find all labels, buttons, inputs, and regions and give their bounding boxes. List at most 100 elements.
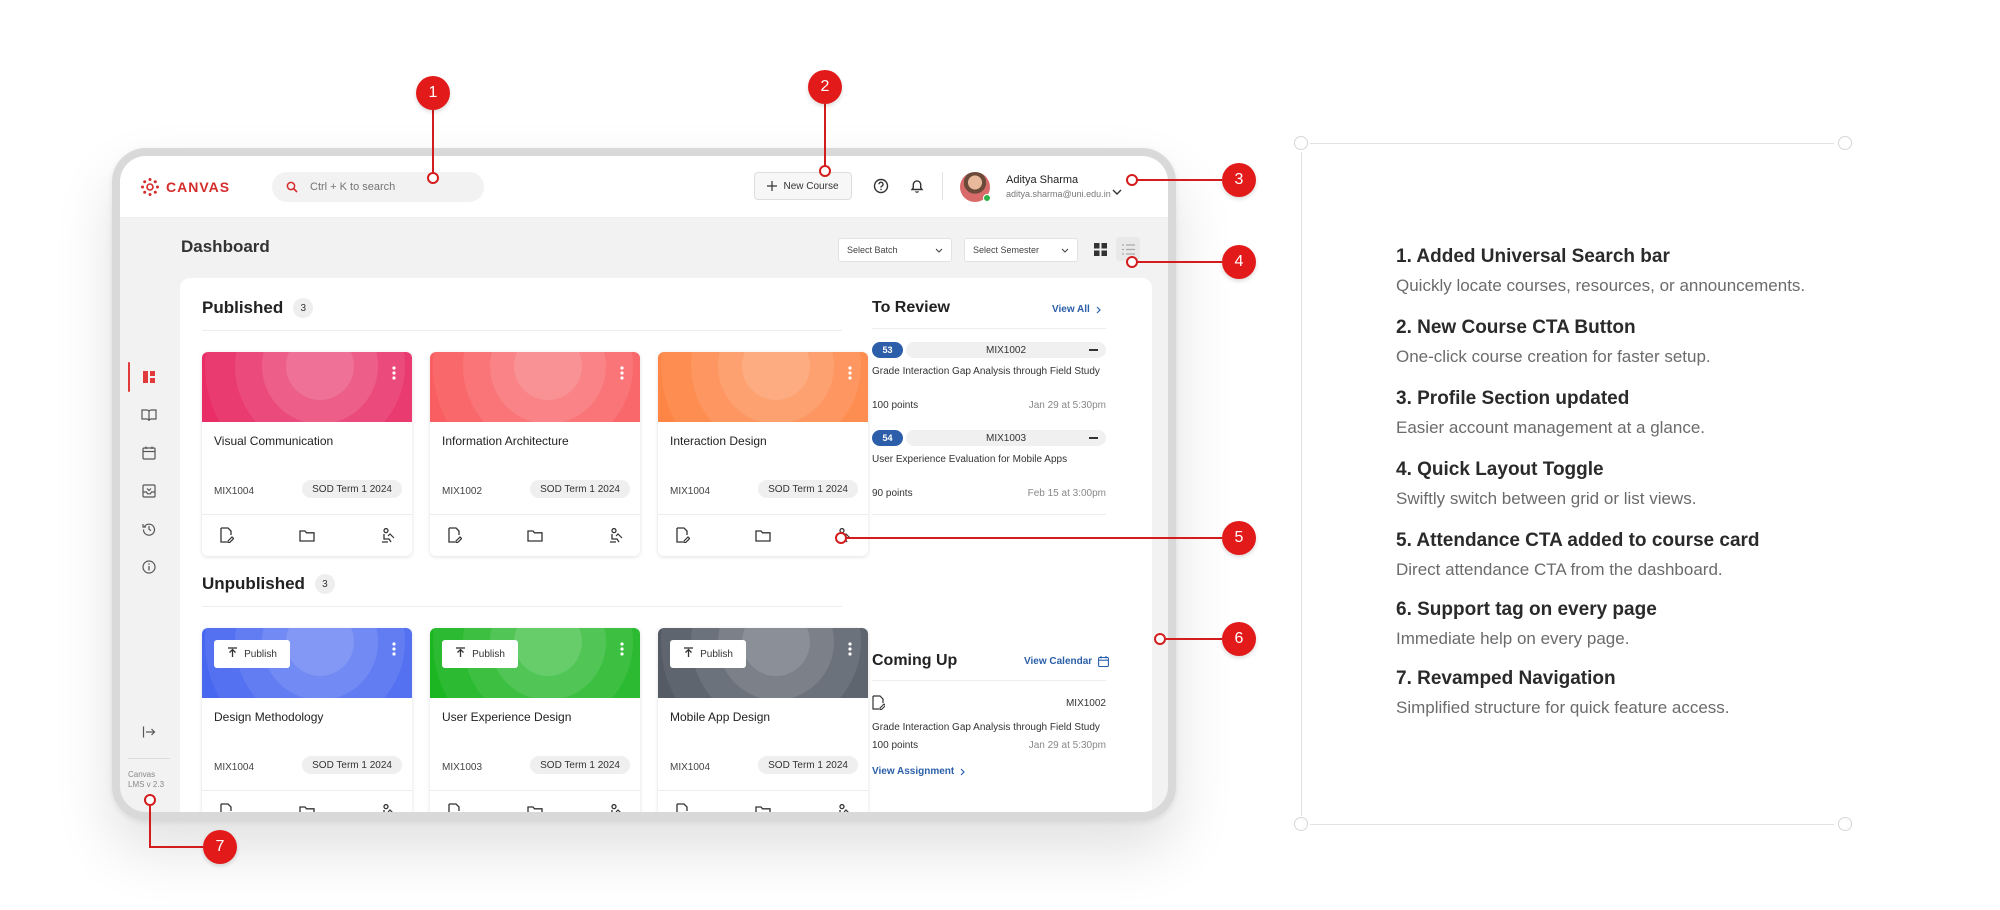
attendance-icon[interactable] bbox=[606, 802, 624, 812]
semester-select[interactable]: Select Semester bbox=[964, 238, 1078, 262]
search-input[interactable] bbox=[310, 181, 460, 193]
course-card-actions bbox=[202, 514, 412, 556]
plus-icon bbox=[767, 181, 778, 191]
course-code: MIX1002 bbox=[442, 486, 483, 497]
course-card[interactable]: Publish Design Methodology MIX1004 SOD Term… bbox=[202, 628, 412, 812]
section-divider bbox=[202, 330, 842, 331]
feature-item: 4. Quick Layout Toggle Swiftly switch bet… bbox=[1396, 459, 1876, 509]
publish-label: Publish bbox=[244, 648, 277, 660]
folder-icon[interactable] bbox=[298, 526, 316, 544]
course-title[interactable]: User Experience Design bbox=[442, 710, 571, 724]
sidebar-item-history[interactable] bbox=[140, 520, 158, 538]
course-card[interactable]: Information Architecture MIX1002 SOD Term … bbox=[430, 352, 640, 556]
attendance-icon[interactable] bbox=[378, 802, 396, 812]
course-title[interactable]: Design Methodology bbox=[214, 710, 323, 724]
assignments-icon[interactable] bbox=[218, 802, 236, 812]
course-card[interactable]: Visual Communication MIX1004 SOD Term 1 20… bbox=[202, 352, 412, 556]
panel-border-left bbox=[1301, 152, 1302, 816]
publish-button[interactable]: Publish bbox=[442, 640, 518, 668]
annotation-anchor bbox=[427, 172, 439, 184]
sidebar-item-inbox[interactable] bbox=[140, 482, 158, 500]
top-bar: CANVAS New Course Aditya bbox=[120, 156, 1168, 218]
assignments-icon[interactable] bbox=[446, 526, 464, 544]
more-options-icon[interactable] bbox=[848, 366, 852, 380]
course-card-banner: Publish bbox=[202, 628, 412, 698]
coming-up-date: Jan 29 at 5:30pm bbox=[1028, 740, 1106, 751]
grid-view-toggle[interactable] bbox=[1090, 239, 1110, 259]
course-title[interactable]: Information Architecture bbox=[442, 434, 569, 448]
more-options-icon[interactable] bbox=[848, 642, 852, 656]
course-title[interactable]: Interaction Design bbox=[670, 434, 767, 448]
annotation-marker-3: 3 bbox=[1222, 163, 1256, 197]
canvas-logo[interactable]: CANVAS bbox=[140, 177, 230, 197]
assignments-icon[interactable] bbox=[674, 526, 692, 544]
sidebar-item-info[interactable] bbox=[140, 558, 158, 576]
folder-icon[interactable] bbox=[526, 526, 544, 544]
to-review-title: To Review bbox=[872, 299, 950, 316]
course-card-actions bbox=[658, 790, 868, 812]
course-card[interactable]: Publish Mobile App Design MIX1004 SOD Term … bbox=[658, 628, 868, 812]
publish-button[interactable]: Publish bbox=[670, 640, 746, 668]
unpublished-count: 3 bbox=[314, 574, 335, 594]
publish-button[interactable]: Publish bbox=[214, 640, 290, 668]
publish-label: Publish bbox=[700, 648, 733, 660]
feature-description: Swiftly switch between grid or list view… bbox=[1396, 489, 1697, 508]
sidebar-item-calendar[interactable] bbox=[140, 444, 158, 462]
online-status-dot bbox=[983, 194, 991, 202]
course-title[interactable]: Mobile App Design bbox=[670, 710, 770, 724]
course-card[interactable]: Interaction Design MIX1004 SOD Term 1 2024 bbox=[658, 352, 868, 556]
attendance-icon[interactable] bbox=[834, 802, 852, 812]
course-card-banner: Publish bbox=[430, 628, 640, 698]
attendance-icon[interactable] bbox=[378, 526, 396, 544]
view-assignment-link[interactable]: View Assignment bbox=[872, 766, 966, 777]
sidebar-item-courses[interactable] bbox=[140, 406, 158, 424]
avatar[interactable] bbox=[960, 172, 991, 202]
view-all-label: View All bbox=[1052, 304, 1090, 315]
folder-icon[interactable] bbox=[754, 526, 772, 544]
assignments-icon[interactable] bbox=[674, 802, 692, 812]
course-card[interactable]: Publish User Experience Design MIX1003 SOD … bbox=[430, 628, 640, 812]
bell-icon[interactable] bbox=[908, 177, 926, 195]
new-course-button[interactable]: New Course bbox=[754, 172, 852, 200]
grid-icon bbox=[1093, 242, 1107, 256]
more-options-icon[interactable] bbox=[620, 642, 624, 656]
sidebar-item-dashboard[interactable] bbox=[140, 368, 158, 386]
review-item-header[interactable]: 53 MIX1002 bbox=[872, 342, 1106, 358]
attendance-icon[interactable] bbox=[606, 526, 624, 544]
coming-up-item-title[interactable]: Grade Interaction Gap Analysis through F… bbox=[872, 722, 1106, 733]
more-options-icon[interactable] bbox=[392, 642, 396, 656]
course-title[interactable]: Visual Communication bbox=[214, 434, 333, 448]
batch-select[interactable]: Select Batch bbox=[838, 238, 952, 262]
folder-icon[interactable] bbox=[754, 802, 772, 812]
universal-search[interactable] bbox=[272, 172, 484, 202]
assignments-icon[interactable] bbox=[446, 802, 464, 812]
review-item-title[interactable]: User Experience Evaluation for Mobile Ap… bbox=[872, 454, 1106, 465]
course-card-banner bbox=[658, 352, 868, 422]
review-item-title[interactable]: Grade Interaction Gap Analysis through F… bbox=[872, 366, 1106, 377]
help-icon[interactable] bbox=[872, 177, 890, 195]
more-options-icon[interactable] bbox=[620, 366, 624, 380]
review-item-header[interactable]: 54 MIX1003 bbox=[872, 430, 1106, 446]
annotation-marker-2: 2 bbox=[808, 70, 842, 104]
sidebar-item-logout[interactable] bbox=[140, 723, 158, 741]
view-all-link[interactable]: View All bbox=[1052, 304, 1101, 315]
course-term-tag: SOD Term 1 2024 bbox=[302, 756, 402, 774]
folder-icon[interactable] bbox=[526, 802, 544, 812]
more-options-icon[interactable] bbox=[392, 366, 396, 380]
minus-icon bbox=[1089, 437, 1098, 439]
assignments-icon[interactable] bbox=[218, 526, 236, 544]
folder-icon[interactable] bbox=[298, 802, 316, 812]
info-icon bbox=[142, 560, 156, 574]
publish-icon bbox=[683, 647, 694, 661]
annotation-anchor bbox=[1126, 256, 1138, 268]
review-count-badge: 53 bbox=[872, 342, 903, 358]
assignment-icon bbox=[872, 695, 887, 715]
view-calendar-link[interactable]: View Calendar bbox=[1024, 656, 1110, 667]
review-course-code: MIX1002 bbox=[985, 344, 1027, 356]
calendar-icon bbox=[142, 446, 156, 460]
semester-select-value: Select Semester bbox=[973, 245, 1040, 255]
chevron-down-icon[interactable] bbox=[1112, 182, 1122, 200]
page-title: Dashboard bbox=[181, 237, 270, 256]
user-name[interactable]: Aditya Sharma bbox=[1006, 174, 1078, 186]
coming-up-course-code: MIX1002 bbox=[1065, 698, 1106, 709]
